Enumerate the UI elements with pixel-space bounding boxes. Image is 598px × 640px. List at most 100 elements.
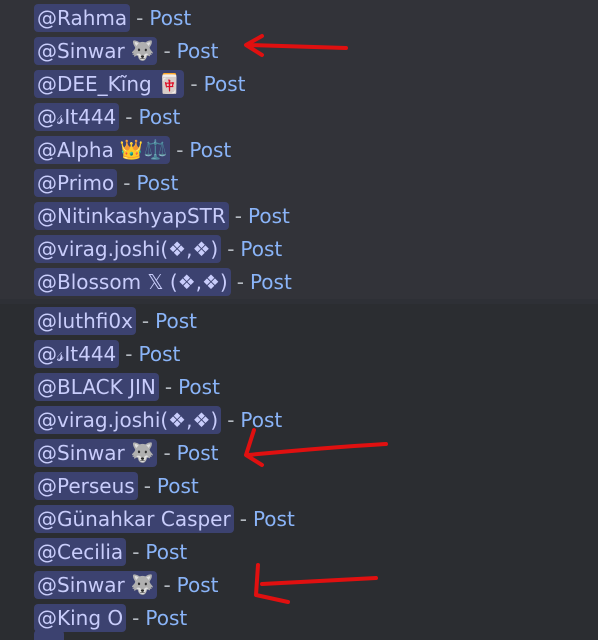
user-mention[interactable]: @Perseus bbox=[34, 472, 138, 500]
user-mention[interactable]: @Primo bbox=[34, 169, 118, 197]
mention-row: @𝓈It444- Post bbox=[34, 339, 180, 369]
mention-username: @Rahma bbox=[37, 6, 128, 30]
separator: - bbox=[176, 138, 184, 162]
user-mention[interactable]: @NitinkashyapSTR bbox=[34, 202, 229, 230]
user-mention[interactable]: @Sinwar 🐺 bbox=[34, 439, 158, 467]
mention-username: @𝓈It444 bbox=[37, 105, 117, 129]
mention-row: @DEE_Kĩng 🀄 - Post bbox=[34, 69, 245, 99]
separator: - bbox=[163, 39, 171, 63]
mention-row: @𝓈It444- Post bbox=[34, 102, 180, 132]
mention-username: @Sinwar bbox=[37, 573, 125, 597]
post-link[interactable]: Post bbox=[240, 408, 282, 432]
mention-row: @Perseus - Post bbox=[34, 471, 199, 501]
separator: - bbox=[163, 573, 171, 597]
mention-row: @Rahma - Post bbox=[34, 3, 191, 33]
mention-row: @virag.joshi(❖,❖) - Post bbox=[34, 405, 282, 435]
mention-row: @Blossom 𝕏 (❖,❖) - Post bbox=[34, 267, 292, 297]
partial-mention-chip bbox=[34, 630, 64, 640]
mention-row: @King O - Post bbox=[34, 603, 187, 633]
mention-username: @𝓈It444 bbox=[37, 342, 117, 366]
mention-username: @Cecilia bbox=[37, 540, 124, 564]
mention-username: @Günahkar Casper bbox=[37, 507, 231, 531]
mention-emoji-icon: 🀄 bbox=[157, 73, 182, 95]
post-link[interactable]: Post bbox=[136, 171, 178, 195]
post-link[interactable]: Post bbox=[253, 507, 295, 531]
mention-username: @luthfi0x bbox=[37, 309, 133, 333]
mention-row: @Cecilia - Post bbox=[34, 537, 187, 567]
separator: - bbox=[125, 105, 133, 129]
user-mention[interactable]: @DEE_Kĩng 🀄 bbox=[34, 70, 185, 98]
user-mention[interactable]: @Sinwar 🐺 bbox=[34, 37, 158, 65]
mention-username: @DEE_Kĩng bbox=[37, 72, 152, 96]
post-link[interactable]: Post bbox=[240, 237, 282, 261]
user-mention[interactable]: @virag.joshi(❖,❖) bbox=[34, 235, 222, 263]
user-mention[interactable]: @Rahma bbox=[34, 4, 131, 32]
mention-username: @Alpha bbox=[37, 138, 114, 162]
separator: - bbox=[236, 270, 244, 294]
separator: - bbox=[190, 72, 198, 96]
mention-username: @Sinwar bbox=[37, 441, 125, 465]
mention-emoji-icon: 👑⚖️ bbox=[119, 139, 168, 161]
mention-username: @Sinwar bbox=[37, 39, 125, 63]
separator: - bbox=[132, 606, 140, 630]
user-mention[interactable]: @Cecilia bbox=[34, 538, 127, 566]
user-mention[interactable]: @BLACK JIN bbox=[34, 373, 159, 401]
separator: - bbox=[123, 171, 131, 195]
mention-row: @Sinwar 🐺 - Post bbox=[34, 438, 219, 468]
post-link[interactable]: Post bbox=[155, 309, 197, 333]
mention-row: @BLACK JIN - Post bbox=[34, 372, 220, 402]
separator: - bbox=[132, 540, 140, 564]
post-link[interactable]: Post bbox=[177, 39, 219, 63]
mention-username: @virag.joshi(❖,❖) bbox=[37, 408, 219, 432]
post-link[interactable]: Post bbox=[157, 474, 199, 498]
separator: - bbox=[234, 204, 242, 228]
post-link[interactable]: Post bbox=[139, 342, 181, 366]
mention-row: @luthfi0x - Post bbox=[34, 306, 197, 336]
separator: - bbox=[227, 408, 235, 432]
mention-username: @BLACK JIN bbox=[37, 375, 156, 399]
user-mention[interactable]: @Alpha 👑⚖️ bbox=[34, 136, 171, 164]
mention-row: @Günahkar Casper - Post bbox=[34, 504, 295, 534]
post-link[interactable]: Post bbox=[248, 204, 290, 228]
mention-emoji-icon: 🐺 bbox=[130, 40, 155, 62]
separator: - bbox=[163, 441, 171, 465]
separator: - bbox=[143, 474, 151, 498]
user-mention[interactable]: @𝓈It444 bbox=[34, 340, 120, 368]
separator: - bbox=[164, 375, 173, 399]
post-link[interactable]: Post bbox=[204, 72, 246, 96]
post-link[interactable]: Post bbox=[139, 105, 181, 129]
mention-row: @Sinwar 🐺 - Post bbox=[34, 570, 219, 600]
mention-username: @King O bbox=[37, 606, 124, 630]
user-mention[interactable]: @virag.joshi(❖,❖) bbox=[34, 406, 222, 434]
post-link[interactable]: Post bbox=[145, 540, 187, 564]
post-link[interactable]: Post bbox=[178, 375, 220, 399]
mention-username: @virag.joshi(❖,❖) bbox=[37, 237, 219, 261]
mention-username: @Perseus bbox=[37, 474, 135, 498]
post-link[interactable]: Post bbox=[149, 6, 191, 30]
post-link[interactable]: Post bbox=[250, 270, 292, 294]
mention-row: @Sinwar 🐺 - Post bbox=[34, 36, 219, 66]
separator: - bbox=[136, 6, 144, 30]
user-mention[interactable]: @Sinwar 🐺 bbox=[34, 571, 158, 599]
mention-row: @Alpha 👑⚖️ - Post bbox=[34, 135, 231, 165]
mention-row: @virag.joshi(❖,❖) - Post bbox=[34, 234, 282, 264]
user-mention[interactable]: @𝓈It444 bbox=[34, 103, 120, 131]
separator: - bbox=[125, 342, 133, 366]
post-link[interactable]: Post bbox=[145, 606, 187, 630]
separator: - bbox=[141, 309, 150, 333]
separator: - bbox=[227, 237, 235, 261]
mention-emoji-icon: 🐺 bbox=[130, 574, 155, 596]
user-mention[interactable]: @Blossom 𝕏 (❖,❖) bbox=[34, 268, 231, 296]
mention-row: @Primo - Post bbox=[34, 168, 178, 198]
post-link[interactable]: Post bbox=[189, 138, 231, 162]
user-mention[interactable]: @luthfi0x bbox=[34, 307, 136, 335]
separator: - bbox=[239, 507, 247, 531]
user-mention[interactable]: @Günahkar Casper bbox=[34, 505, 234, 533]
user-mention[interactable]: @King O bbox=[34, 604, 127, 632]
mention-row: @NitinkashyapSTR - Post bbox=[34, 201, 290, 231]
mention-username: @Blossom 𝕏 (❖,❖) bbox=[37, 270, 228, 294]
post-link[interactable]: Post bbox=[177, 573, 219, 597]
mention-username: @Primo bbox=[37, 171, 115, 195]
post-link[interactable]: Post bbox=[177, 441, 219, 465]
mention-username: @NitinkashyapSTR bbox=[37, 204, 226, 228]
